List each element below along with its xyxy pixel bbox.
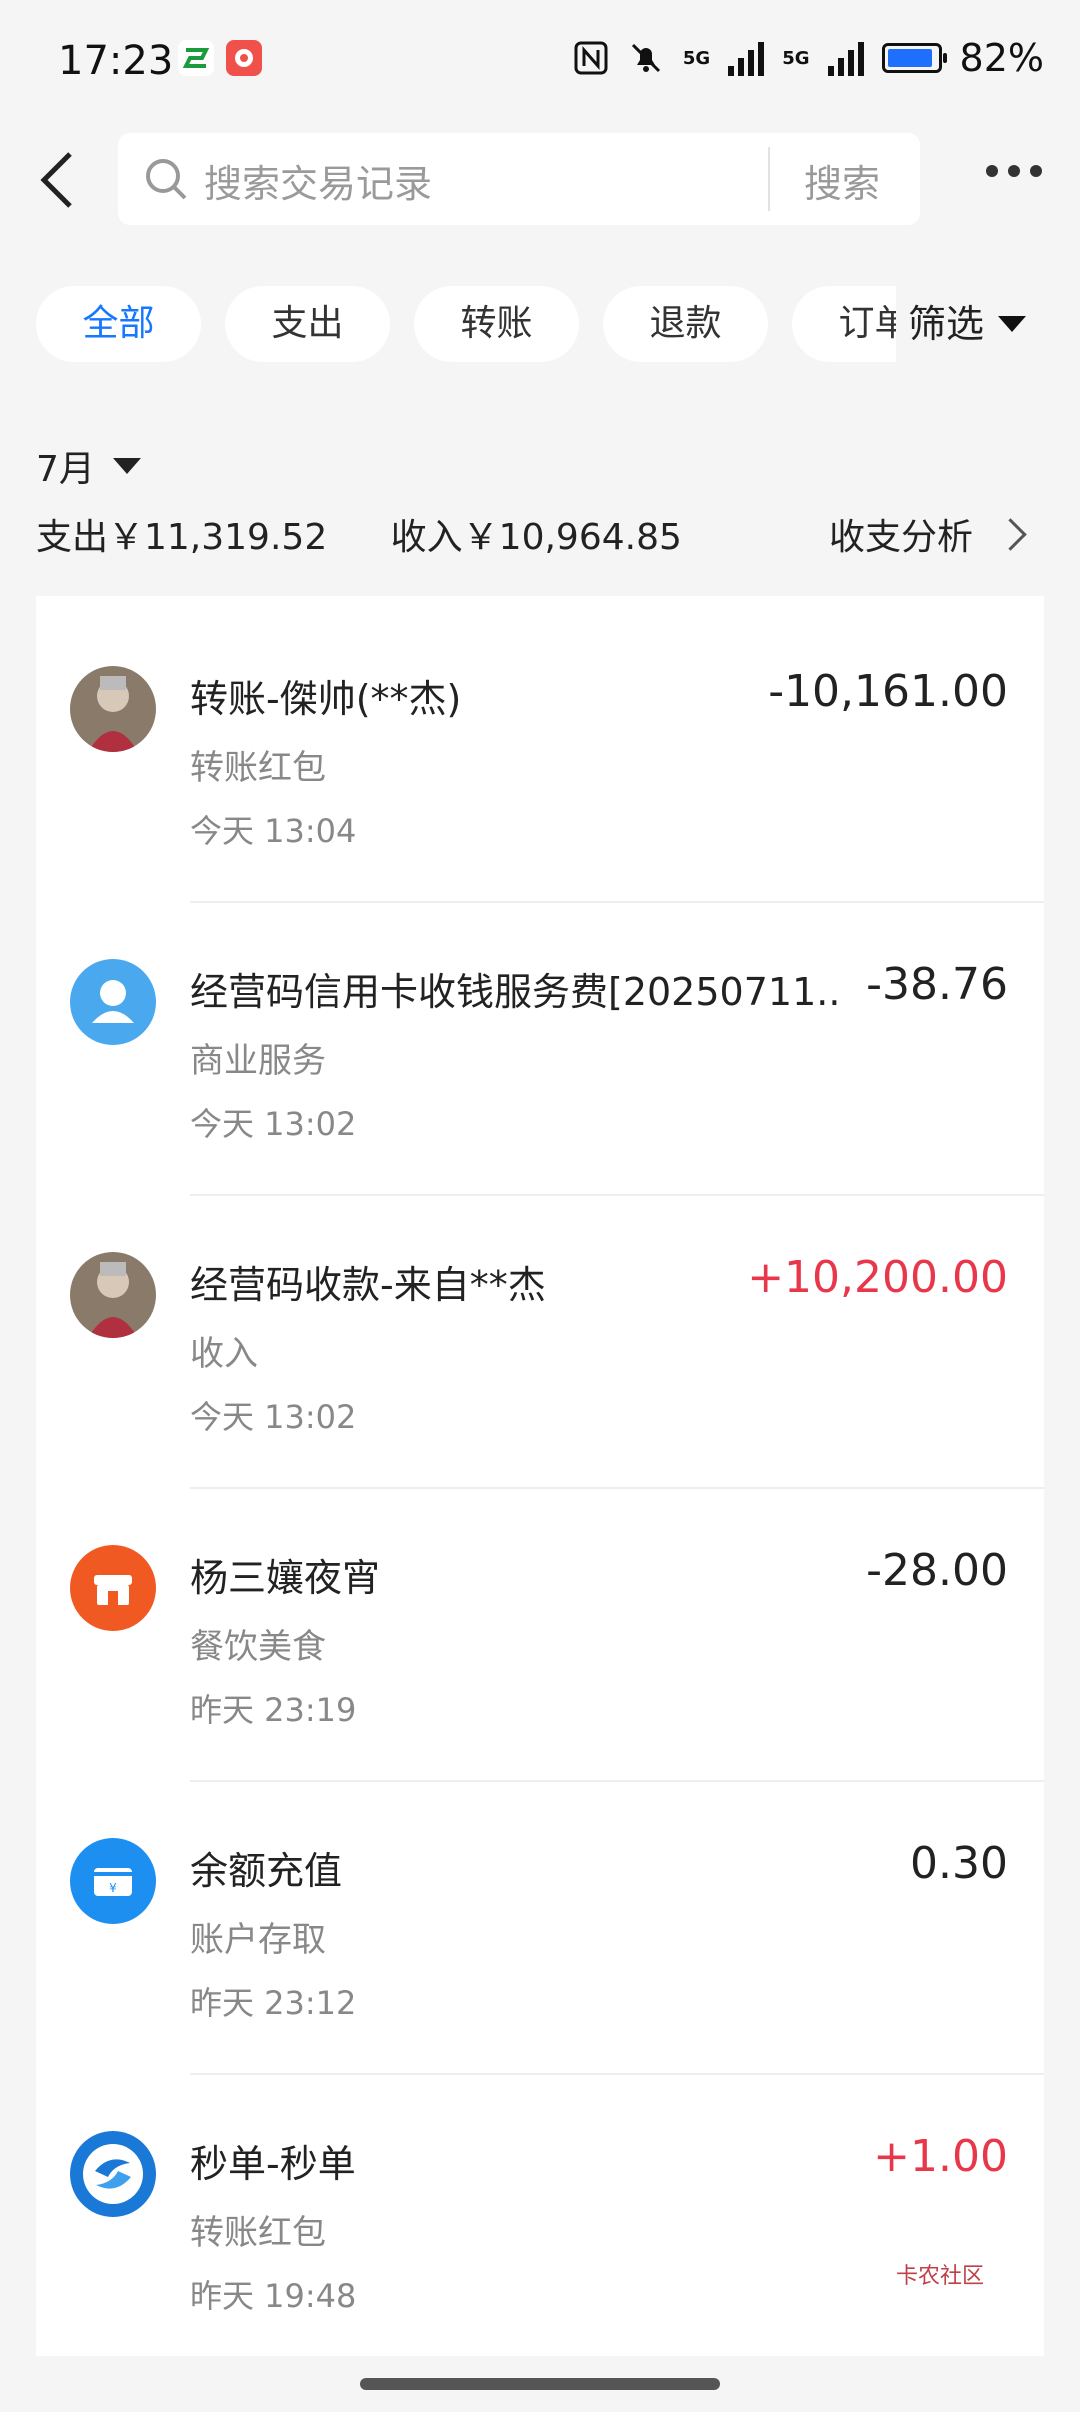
swirl-logo-icon xyxy=(70,2131,156,2217)
svg-text:¥: ¥ xyxy=(109,1881,117,1895)
transaction-amount: -10,161.00 xyxy=(768,666,1008,717)
transaction-title: 余额充值 xyxy=(190,1849,343,1893)
caret-down-icon xyxy=(112,458,141,474)
transaction-title: 杨三孃夜宵 xyxy=(190,1556,381,1600)
month-summary: 支出￥11,319.52 收入￥10,964.85 xyxy=(36,508,734,560)
transaction-row[interactable]: 秒单-秒单 +1.00 转账红包 昨天 19:48 xyxy=(36,2075,1044,2356)
transaction-title: 经营码信用卡收钱服务费[20250711... xyxy=(190,970,840,1014)
transaction-row[interactable]: ¥ 余额充值 0.30 账户存取 昨天 23:12 xyxy=(36,1782,1044,2075)
search-box[interactable]: 搜索交易记录 搜索 xyxy=(118,133,920,225)
chevron-right-icon xyxy=(994,517,1027,551)
transaction-time: 昨天 19:48 xyxy=(190,2277,357,2315)
filter-label: 筛选 xyxy=(908,302,985,346)
chip-expense[interactable]: 支出 xyxy=(225,286,390,362)
app-notification-icon xyxy=(226,40,262,76)
filter-button[interactable]: 筛选 xyxy=(896,286,1027,362)
transaction-row[interactable]: 杨三孃夜宵 -28.00 餐饮美食 昨天 23:19 xyxy=(36,1489,1044,1782)
transaction-amount: +1.00 xyxy=(873,2131,1008,2182)
back-icon[interactable] xyxy=(36,148,84,212)
status-time: 17:23 xyxy=(58,38,174,84)
signal-1-icon xyxy=(728,40,765,76)
filter-chips: 全部 支出 转账 退款 订单 xyxy=(36,286,896,362)
analysis-label: 收支分析 xyxy=(828,517,973,558)
search-icon xyxy=(142,155,190,203)
battery-icon xyxy=(881,43,947,73)
transaction-amount: +10,200.00 xyxy=(747,1252,1008,1303)
transaction-time: 今天 13:04 xyxy=(190,812,357,850)
wallet-icon: ¥ xyxy=(70,1838,156,1924)
chip-transfer[interactable]: 转账 xyxy=(414,286,579,362)
transaction-time: 昨天 23:19 xyxy=(190,1691,357,1729)
month-label: 7月 xyxy=(36,449,95,490)
status-right: 5G 5G 82% xyxy=(573,36,1044,80)
transaction-category: 餐饮美食 xyxy=(190,1627,326,1667)
chip-order[interactable]: 订单 xyxy=(792,286,896,362)
battery-level: 82% xyxy=(959,36,1044,80)
chip-refund[interactable]: 退款 xyxy=(603,286,768,362)
transaction-category: 转账红包 xyxy=(190,748,326,788)
transaction-time: 今天 13:02 xyxy=(190,1398,357,1436)
network-label-2: 5G xyxy=(782,47,810,69)
bank-app-icon xyxy=(178,40,214,76)
transaction-amount: -28.00 xyxy=(866,1545,1008,1596)
search-divider xyxy=(768,147,770,211)
search-button[interactable]: 搜索 xyxy=(804,153,880,208)
home-indicator[interactable] xyxy=(360,2378,720,2390)
store-icon xyxy=(70,1545,156,1631)
month-selector[interactable]: 7月 xyxy=(36,440,141,492)
transaction-row[interactable]: 经营码收款-来自**杰 +10,200.00 收入 今天 13:02 xyxy=(36,1196,1044,1489)
transaction-time: 今天 13:02 xyxy=(190,1105,357,1143)
mute-bell-icon xyxy=(627,39,665,77)
expense-total: 支出￥11,319.52 xyxy=(36,517,328,558)
more-icon[interactable] xyxy=(986,165,1042,177)
chip-all[interactable]: 全部 xyxy=(36,286,201,362)
user-icon xyxy=(70,959,156,1045)
caret-down-icon xyxy=(998,316,1027,332)
transaction-amount: 0.30 xyxy=(910,1838,1008,1889)
transaction-category: 商业服务 xyxy=(190,1041,326,1081)
search-input[interactable]: 搜索交易记录 xyxy=(204,153,432,208)
transaction-category: 账户存取 xyxy=(190,1920,326,1960)
transaction-title: 秒单-秒单 xyxy=(190,2142,356,2186)
watermark: 卡农社区 xyxy=(896,2264,985,2289)
network-label-1: 5G xyxy=(682,47,711,69)
transaction-category: 转账红包 xyxy=(190,2213,326,2253)
income-total: 收入￥10,964.85 xyxy=(390,517,682,558)
signal-2-icon xyxy=(827,40,864,76)
status-bar: 17:23 5G 5G 82% xyxy=(0,0,1080,125)
transaction-row[interactable]: 经营码信用卡收钱服务费[20250711... -38.76 商业服务 今天 1… xyxy=(36,903,1044,1196)
transaction-row[interactable]: 转账-傑帅(**杰) -10,161.00 转账红包 今天 13:04 xyxy=(36,610,1044,903)
person-photo-icon xyxy=(70,1252,156,1338)
transaction-list: 转账-傑帅(**杰) -10,161.00 转账红包 今天 13:04 经营码信… xyxy=(36,596,1044,2356)
transaction-title: 转账-傑帅(**杰) xyxy=(190,677,462,721)
nfc-icon xyxy=(573,40,609,76)
transaction-time: 昨天 23:12 xyxy=(190,1984,357,2022)
person-photo-icon xyxy=(70,666,156,752)
transaction-title: 经营码收款-来自**杰 xyxy=(190,1263,546,1307)
transaction-amount: -38.76 xyxy=(866,959,1008,1010)
transaction-category: 收入 xyxy=(190,1334,258,1374)
analysis-link[interactable]: 收支分析 xyxy=(828,508,1027,560)
